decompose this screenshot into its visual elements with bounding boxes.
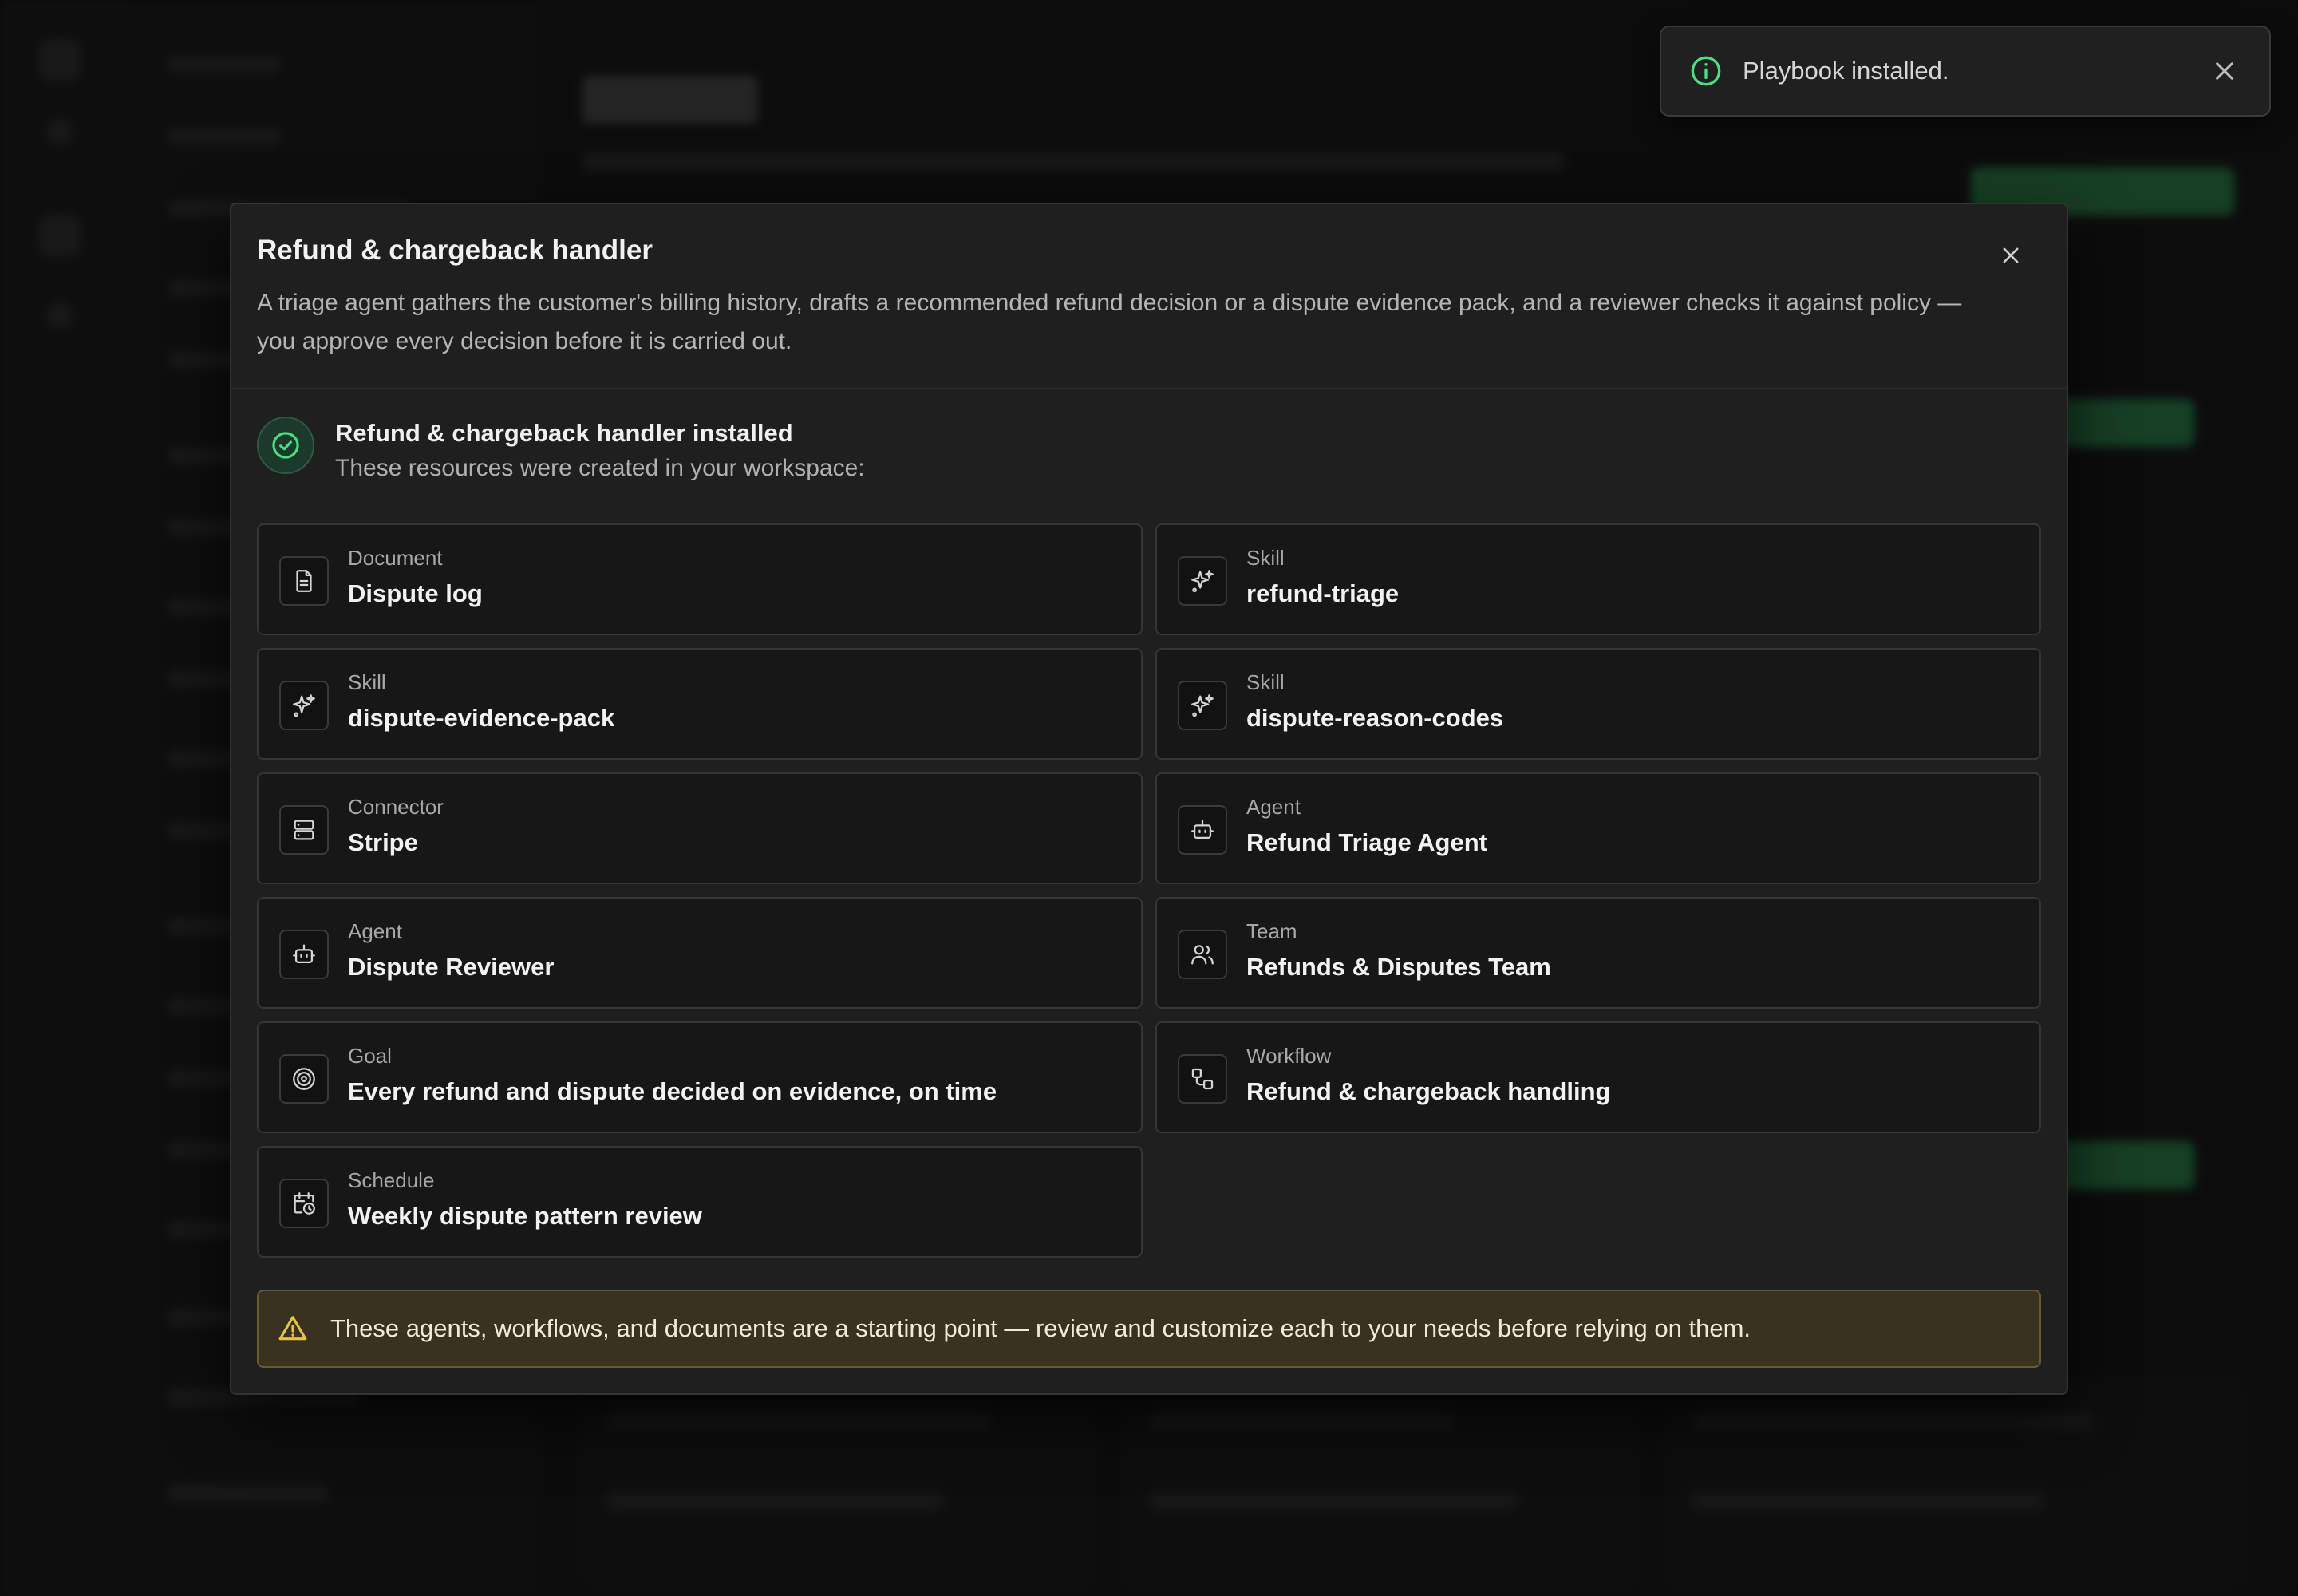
resource-name: dispute-reason-codes	[1246, 704, 1504, 732]
document-icon	[279, 556, 329, 606]
resource-type: Schedule	[348, 1168, 435, 1192]
resource-type: Goal	[348, 1044, 392, 1068]
info-icon	[1690, 55, 1722, 87]
resource-name: Refund & chargeback handling	[1246, 1077, 1611, 1105]
modal-header: Refund & chargeback handler A triage age…	[231, 204, 2067, 389]
playbook-modal: Refund & chargeback handler A triage age…	[230, 203, 2068, 1395]
toast-close-button[interactable]	[2209, 55, 2241, 87]
resource-card[interactable]: Document Dispute log	[257, 523, 1143, 635]
close-icon	[2216, 62, 2233, 80]
modal-close-button[interactable]	[1993, 238, 2028, 273]
modal-description: A triage agent gathers the customer's bi…	[257, 290, 1962, 354]
workflow-icon	[1178, 1054, 1227, 1104]
calendar-clock-icon	[279, 1179, 329, 1228]
resource-name: refund-triage	[1246, 579, 1400, 607]
resource-card[interactable]: Skill dispute-evidence-pack	[257, 648, 1143, 760]
resource-type: Document	[348, 546, 443, 570]
resource-card[interactable]: Agent Refund Triage Agent	[1155, 772, 2041, 884]
resource-type: Skill	[348, 670, 386, 694]
resource-type: Skill	[1246, 670, 1285, 694]
server-icon	[279, 805, 329, 855]
resource-card[interactable]: Skill dispute-reason-codes	[1155, 648, 2041, 760]
resource-card[interactable]: Skill refund-triage	[1155, 523, 2041, 635]
installed-subtitle: These resources were created in your wor…	[335, 455, 865, 481]
robot-icon	[1178, 805, 1227, 855]
resource-type: Team	[1246, 919, 1297, 943]
resource-card[interactable]: Agent Dispute Reviewer	[257, 897, 1143, 1009]
warning-triangle-icon	[278, 1314, 308, 1344]
resource-name: Every refund and dispute decided on evid…	[348, 1077, 997, 1105]
toast-message: Playbook installed.	[1743, 57, 1949, 85]
installed-summary: Refund & chargeback handler installed Th…	[257, 413, 865, 487]
resource-card[interactable]: Goal Every refund and dispute decided on …	[257, 1021, 1143, 1133]
warning-text: These agents, workflows, and documents a…	[330, 1314, 1751, 1342]
resource-name: Refund Triage Agent	[1246, 828, 1487, 856]
warning-banner: These agents, workflows, and documents a…	[257, 1290, 2041, 1368]
resource-type: Workflow	[1246, 1044, 1332, 1068]
robot-icon	[279, 930, 329, 979]
sparkle-icon	[279, 681, 329, 730]
sparkle-icon	[1178, 681, 1227, 730]
resource-card[interactable]: Connector Stripe	[257, 772, 1143, 884]
background-rail	[0, 0, 120, 1596]
resource-card[interactable]: Schedule Weekly dispute pattern review	[257, 1146, 1143, 1258]
resource-card[interactable]: Team Refunds & Disputes Team	[1155, 897, 2041, 1009]
toast-notification: Playbook installed.	[1660, 26, 2271, 117]
target-icon	[279, 1054, 329, 1104]
modal-title: Refund & chargeback handler	[257, 235, 653, 266]
resource-type: Agent	[348, 919, 402, 943]
close-icon	[2003, 247, 2019, 263]
check-circle-icon	[257, 417, 314, 474]
resource-card[interactable]: Workflow Refund & chargeback handling	[1155, 1021, 2041, 1133]
resource-type: Agent	[1246, 795, 1301, 819]
resource-name: Refunds & Disputes Team	[1246, 953, 1551, 981]
installed-title: Refund & chargeback handler installed	[335, 419, 793, 447]
resource-name: Stripe	[348, 828, 418, 856]
resource-name: Dispute log	[348, 579, 483, 607]
sparkle-icon	[1178, 556, 1227, 606]
resource-name: dispute-evidence-pack	[348, 704, 615, 732]
resource-name: Dispute Reviewer	[348, 953, 555, 981]
resource-name: Weekly dispute pattern review	[348, 1202, 702, 1230]
users-icon	[1178, 930, 1227, 979]
resource-type: Skill	[1246, 546, 1285, 570]
resource-type: Connector	[348, 795, 444, 819]
